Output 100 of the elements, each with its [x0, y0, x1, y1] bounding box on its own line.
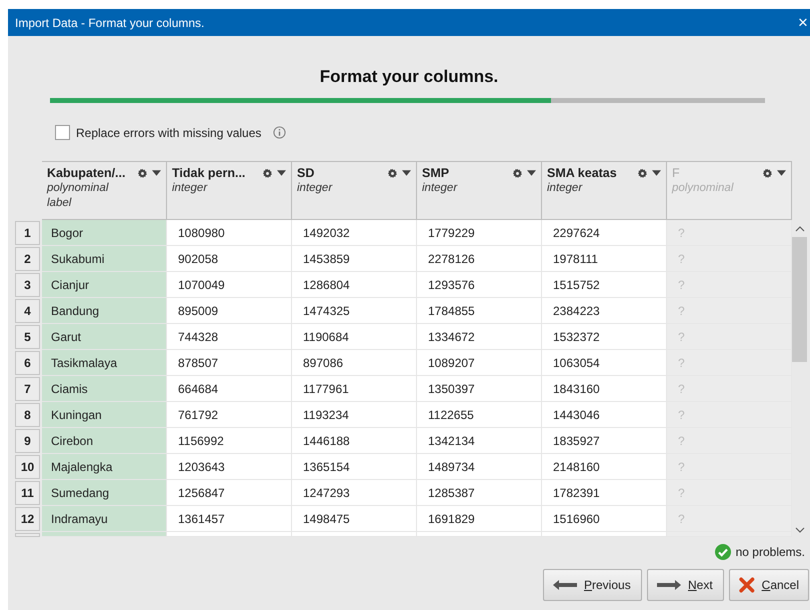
table-cell: 664684: [167, 376, 292, 402]
row-number: 11: [15, 481, 40, 505]
table-cell: 1474325: [292, 298, 417, 324]
row-number: 12: [15, 507, 40, 531]
scroll-thumb[interactable]: [792, 237, 807, 362]
table-cell: 1203643: [167, 454, 292, 480]
table-cell: 2148160: [542, 454, 667, 480]
table-cell: Sukabumi: [42, 246, 167, 272]
caret-icon[interactable]: [652, 170, 661, 176]
checkbox-label[interactable]: Replace errors with missing values: [76, 126, 262, 140]
table-cell: 1334672: [417, 324, 542, 350]
table-cell: Kuningan: [42, 402, 167, 428]
table-cell: 1443046: [542, 402, 667, 428]
arrow-right-icon: [657, 580, 681, 590]
table-cell: 1691829: [417, 506, 542, 532]
checkbox[interactable]: [55, 125, 70, 140]
table-cell: Cianjur: [42, 272, 167, 298]
table-cell: 878507: [167, 350, 292, 376]
table-cell: 1089207: [417, 350, 542, 376]
table-cell: 1256847: [167, 480, 292, 506]
table-cell: 744328: [167, 324, 292, 350]
table-cell: 1177961: [292, 376, 417, 402]
table-cell: 1784855: [417, 298, 542, 324]
table-cell: 1080980: [167, 220, 292, 246]
table-cell: 902058: [167, 246, 292, 272]
table-cell: 1492032: [292, 220, 417, 246]
table-cell: 1453859: [292, 246, 417, 272]
arrow-left-icon: [553, 580, 577, 590]
table-cell: 1446188: [292, 428, 417, 454]
row-number: 4: [15, 299, 40, 323]
table-cell: 2384223: [542, 298, 667, 324]
next-button[interactable]: Next: [647, 569, 724, 601]
table-cell: 1286804: [292, 272, 417, 298]
table-cell: 1489734: [417, 454, 542, 480]
table-cell: 1835927: [542, 428, 667, 454]
window-title: Import Data - Format your columns.: [15, 16, 204, 30]
table-cell: 1532372: [542, 324, 667, 350]
table-cell: Bandung: [42, 298, 167, 324]
table-cell: 1978111: [542, 246, 667, 272]
table-cell: Sumedang: [42, 480, 167, 506]
table-cell: 1293576: [417, 272, 542, 298]
table-cell: 1342134: [417, 428, 542, 454]
caret-icon[interactable]: [277, 170, 286, 176]
table-cell: Ciamis: [42, 376, 167, 402]
table-cell: 1361457: [167, 506, 292, 532]
gear-icon[interactable]: [512, 168, 523, 178]
row-number: 2: [15, 247, 40, 271]
table-cell: 1498475: [292, 506, 417, 532]
table-cell: 1285387: [417, 480, 542, 506]
column-header[interactable]: Kabupaten/... polynominal label: [42, 161, 167, 220]
table-cell: 895009: [167, 298, 292, 324]
row-number: 10: [15, 455, 40, 479]
table-cell: Majalengka: [42, 454, 167, 480]
table-cell: Bogor: [42, 220, 167, 246]
table-cell: 1843160: [542, 376, 667, 402]
caret-icon[interactable]: [527, 170, 536, 176]
table-cell: Tasikmalaya: [42, 350, 167, 376]
table-cell: 1365154: [292, 454, 417, 480]
table-cell: 897086: [292, 350, 417, 376]
table-cell: 1350397: [417, 376, 542, 402]
row-number: 7: [15, 377, 40, 401]
table-cell: 1063054: [542, 350, 667, 376]
row-number: 1: [15, 221, 40, 245]
caret-icon[interactable]: [402, 170, 411, 176]
previous-button[interactable]: Previous: [543, 569, 642, 601]
column-header[interactable]: SMP integer: [417, 161, 542, 220]
row-number: 5: [15, 325, 40, 349]
row-number: 8: [15, 403, 40, 427]
table-cell: 1516960: [542, 506, 667, 532]
info-icon[interactable]: [273, 126, 286, 139]
column-header[interactable]: SMA keatas integer: [542, 161, 667, 220]
caret-icon[interactable]: [152, 170, 161, 176]
gear-icon[interactable]: [637, 168, 648, 178]
table-cell: 1779229: [417, 220, 542, 246]
gear-icon[interactable]: [262, 168, 273, 178]
close-button[interactable]: ×: [798, 12, 810, 32]
table-cell: 1190684: [292, 324, 417, 350]
scroll-up-icon[interactable]: [794, 226, 804, 232]
table-cell: 2297624: [542, 220, 667, 246]
check-icon: [714, 544, 731, 560]
row-number: 6: [15, 351, 40, 375]
table-cell: 1193234: [292, 402, 417, 428]
table-cell: 1156992: [167, 428, 292, 454]
table-cell: Cirebon: [42, 428, 167, 454]
page-heading: Format your columns.: [318, 67, 500, 87]
table-cell: 1247293: [292, 480, 417, 506]
table-cell: 761792: [167, 402, 292, 428]
table-cell: 1070049: [167, 272, 292, 298]
status-text: no problems.: [736, 545, 805, 559]
cancel-button[interactable]: Cancel: [729, 569, 809, 601]
gear-icon[interactable]: [387, 168, 398, 178]
gear-icon[interactable]: [137, 168, 148, 178]
table-cell: 1122655: [417, 402, 542, 428]
column-header[interactable]: Tidak pern... integer: [167, 161, 292, 220]
table-cell: 2278126: [417, 246, 542, 272]
row-number: 9: [15, 429, 40, 453]
table-cell: Garut: [42, 324, 167, 350]
scroll-down-icon[interactable]: [794, 527, 804, 533]
table-cell: 1782391: [542, 480, 667, 506]
column-header[interactable]: SD integer: [292, 161, 417, 220]
